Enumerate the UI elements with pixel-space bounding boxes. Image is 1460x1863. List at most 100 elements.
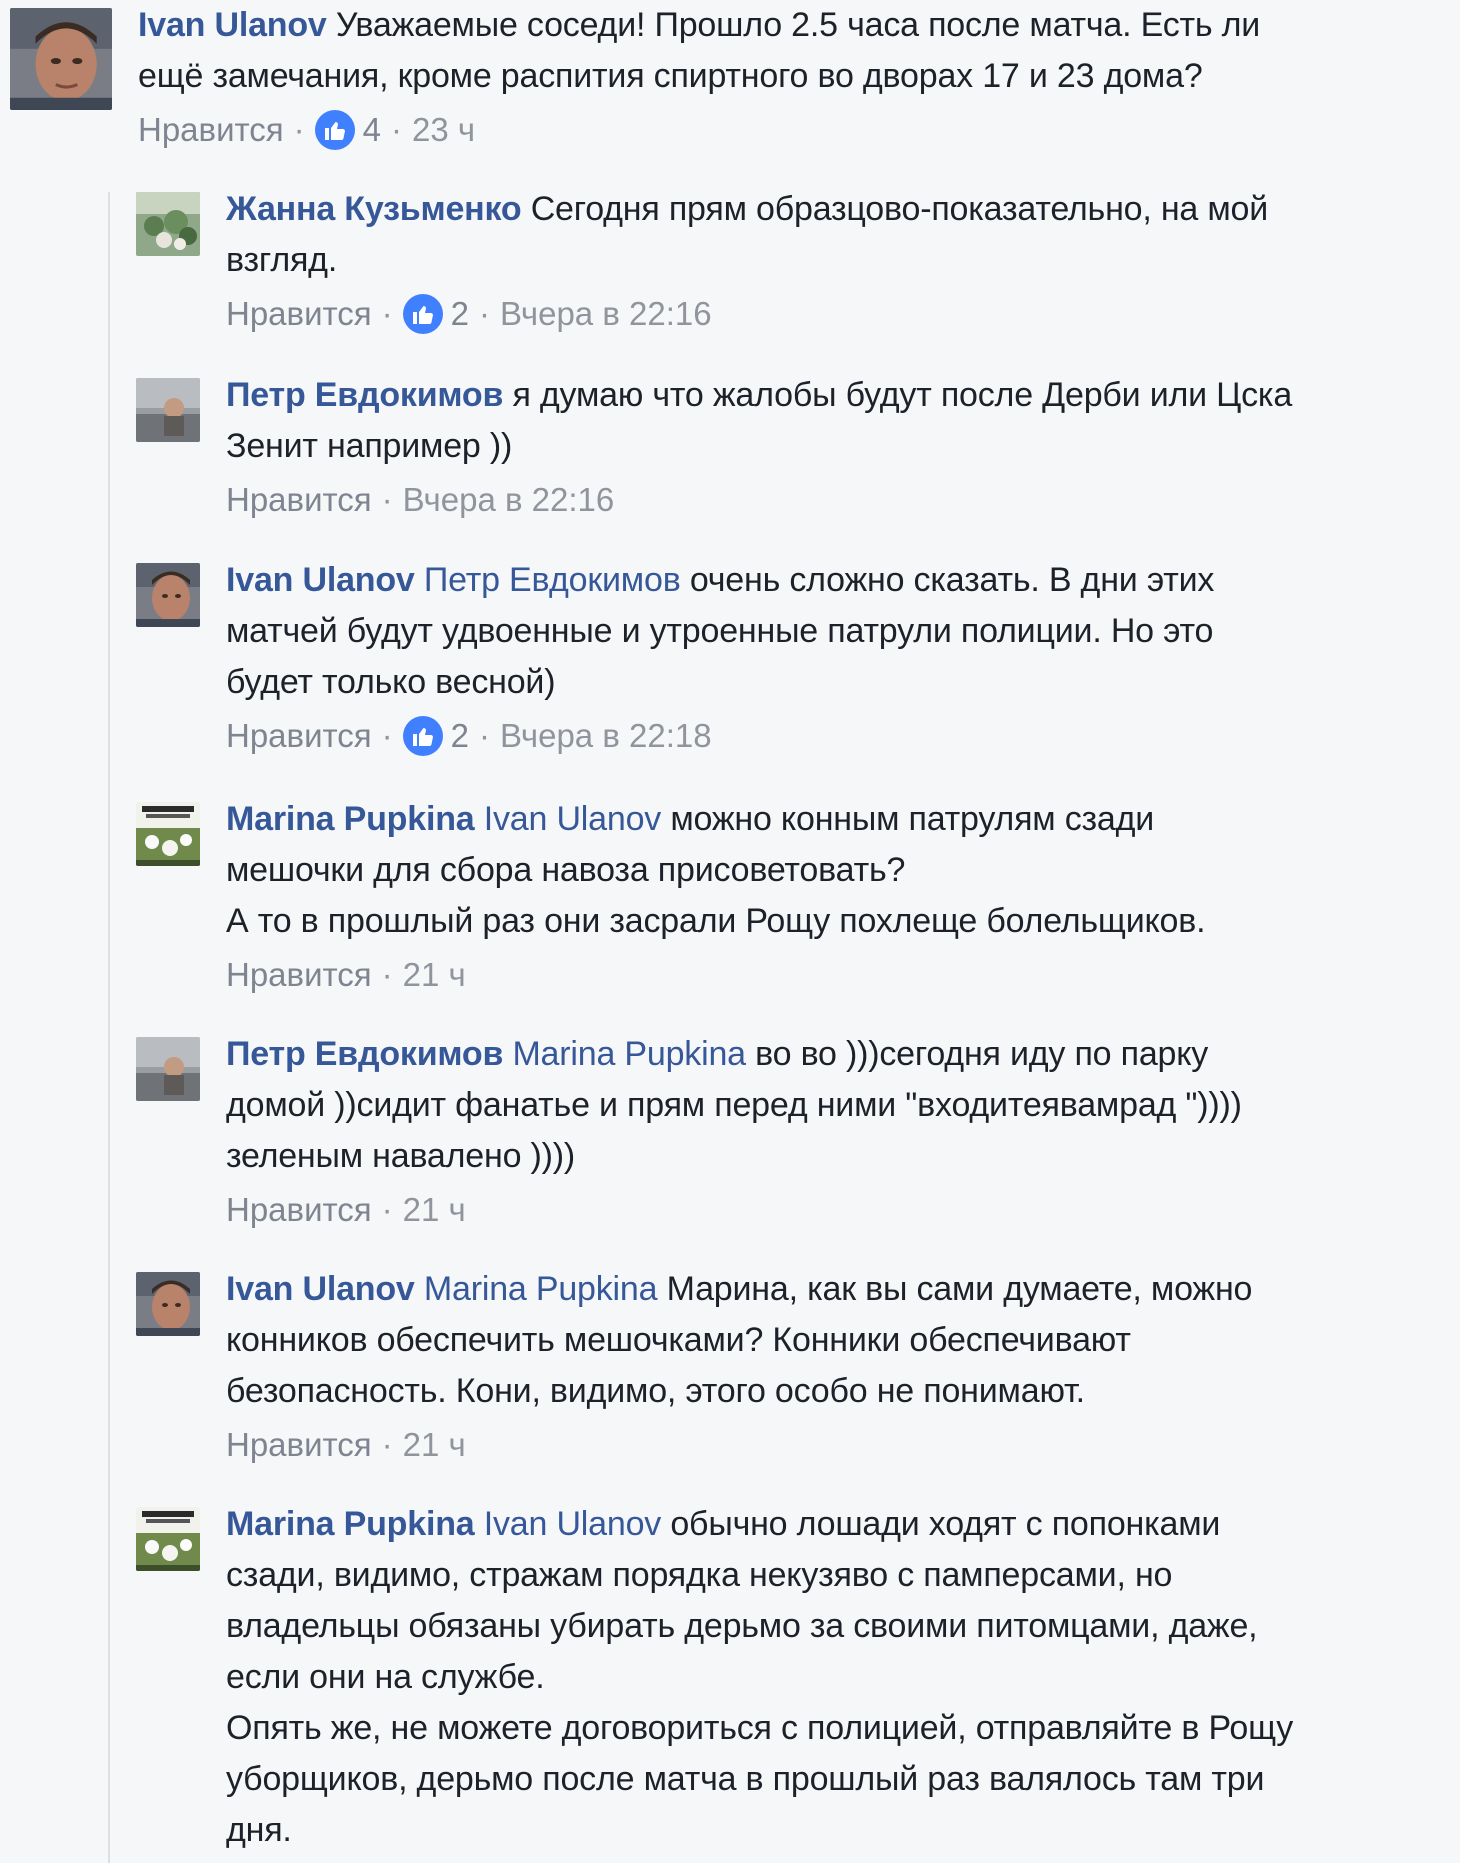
comment-meta: Нравится · 21 ч	[226, 955, 1460, 995]
mention-link[interactable]: Marina Pupkina	[512, 1035, 746, 1073]
reply: Ivan Ulanov Петр Евдокимов очень сложно …	[136, 561, 1460, 756]
comment-line: во во )))сегодня иду по парку	[755, 1035, 1209, 1073]
reply: Петр Евдокимов Marina Pupkina во во )))с…	[136, 1035, 1460, 1230]
comment-line: домой ))сидит фанатье и прям перед ними …	[226, 1086, 1242, 1124]
comment-line: Опять же, не можете договориться с полиц…	[226, 1709, 1294, 1747]
avatar[interactable]	[136, 563, 200, 627]
comment-text: Петр Евдокимов я думаю что жалобы будут …	[226, 370, 1460, 472]
meta-separator: ·	[293, 111, 305, 148]
comment-timestamp[interactable]: 21 ч	[403, 1190, 466, 1230]
comment-text: Marina Pupkina Ivan Ulanov обычно лошади…	[226, 1499, 1460, 1856]
comment-author[interactable]: Петр Евдокимов	[226, 376, 503, 414]
comment-timestamp[interactable]: 21 ч	[403, 1425, 466, 1465]
comment-timestamp[interactable]: Вчера в 22:18	[500, 716, 712, 756]
meta-separator: ·	[390, 111, 402, 148]
comment-line: очень сложно сказать. В дни этих	[689, 561, 1215, 599]
like-button[interactable]: Нравится	[226, 716, 372, 756]
comment-line: мешочки для сбора навоза присоветовать?	[226, 851, 906, 889]
avatar[interactable]	[136, 802, 200, 866]
mention-link[interactable]: Ivan Ulanov	[484, 800, 662, 838]
meta-separator: ·	[381, 1191, 393, 1228]
avatar[interactable]	[136, 192, 200, 256]
comment-line: владельцы обязаны убирать дерьмо за свои…	[226, 1607, 1258, 1645]
avatar[interactable]	[136, 1272, 200, 1336]
comment-meta: Нравится · 4 · 23 ч	[138, 110, 1438, 150]
comment-line: можно конным патрулям сзади	[670, 800, 1155, 838]
comment-meta: Нравится · 2 · Вчера в 22:16	[226, 294, 1460, 334]
like-count[interactable]: 2	[451, 716, 469, 756]
comment-author[interactable]: Ivan Ulanov	[226, 1270, 415, 1308]
mention-link[interactable]: Петр Евдокимов	[424, 561, 681, 599]
meta-separator: ·	[478, 295, 490, 332]
comment-line: зеленым навалено ))))	[226, 1137, 576, 1175]
reply-thread-line	[108, 192, 110, 1863]
comment-meta: Нравится · Вчера в 22:16	[226, 480, 1460, 520]
comment-line: А то в прошлый раз они засрали Рощу похл…	[226, 902, 1206, 940]
comment-thread: Ivan Ulanov Уважаемые соседи! Прошло 2.5…	[0, 0, 1460, 1863]
comment-text: Петр Евдокимов Marina Pupkina во во )))с…	[226, 1029, 1460, 1182]
comment-line: ещё замечания, кроме распития спиртного …	[138, 57, 1203, 95]
reply: Marina Pupkina Ivan Ulanov можно конным …	[136, 800, 1460, 995]
like-count[interactable]: 4	[363, 110, 381, 150]
meta-separator: ·	[381, 481, 393, 518]
meta-separator: ·	[381, 956, 393, 993]
thumbs-up-icon[interactable]	[402, 294, 443, 334]
comment-line: безопасность. Кони, видимо, этого особо …	[226, 1372, 1085, 1410]
comment-timestamp[interactable]: Вчера в 22:16	[500, 294, 712, 334]
meta-separator: ·	[478, 717, 490, 754]
reply: Ivan Ulanov Marina Pupkina Марина, как в…	[136, 1270, 1460, 1465]
comment: Ivan Ulanov Уважаемые соседи! Прошло 2.5…	[10, 6, 1438, 150]
comment-meta: Нравится · 21 ч	[226, 1190, 1460, 1230]
like-button[interactable]: Нравится	[226, 955, 372, 995]
meta-separator: ·	[381, 1426, 393, 1463]
comment-line: уборщиков, дерьмо после матча в прошлый …	[226, 1760, 1265, 1798]
comment-line: обычно лошади ходят с попонками	[670, 1505, 1221, 1543]
like-button[interactable]: Нравится	[226, 1190, 372, 1230]
reply: Marina Pupkina Ivan Ulanov обычно лошади…	[136, 1505, 1460, 1856]
reply: Жанна Кузьменко Сегодня прям образцово-п…	[136, 190, 1460, 334]
comment-meta: Нравится · 21 ч	[226, 1425, 1460, 1465]
avatar[interactable]	[136, 1037, 200, 1101]
avatar[interactable]	[136, 378, 200, 442]
comment-line: Марина, как вы сами думаете, можно	[666, 1270, 1253, 1308]
like-button[interactable]: Нравится	[226, 480, 372, 520]
avatar[interactable]	[136, 1507, 200, 1571]
comment-line: сзади, видимо, стражам порядка некузяво …	[226, 1556, 1173, 1594]
like-button[interactable]: Нравится	[138, 110, 284, 150]
comment-text: Marina Pupkina Ivan Ulanov можно конным …	[226, 794, 1460, 947]
mention-link[interactable]: Ivan Ulanov	[484, 1505, 662, 1543]
comment-line: конников обеспечить мешочками? Конники о…	[226, 1321, 1131, 1359]
thumbs-up-icon[interactable]	[402, 716, 443, 756]
comment-line: матчей будут удвоенные и утроенные патру…	[226, 612, 1214, 650]
mention-link[interactable]: Marina Pupkina	[424, 1270, 658, 1308]
comment-author[interactable]: Marina Pupkina	[226, 1505, 475, 1543]
comment-text: Жанна Кузьменко Сегодня прям образцово-п…	[226, 184, 1460, 286]
comment-line: будет только весной)	[226, 663, 556, 701]
comment-timestamp[interactable]: 21 ч	[403, 955, 466, 995]
comment-timestamp[interactable]: 23 ч	[412, 110, 475, 150]
comment-text: Ivan Ulanov Marina Pupkina Марина, как в…	[226, 1264, 1460, 1417]
reply: Петр Евдокимов я думаю что жалобы будут …	[136, 376, 1460, 520]
comment-author[interactable]: Marina Pupkina	[226, 800, 475, 838]
comment-line: я думаю что жалобы будут после Дерби или…	[512, 376, 1293, 414]
comment-author[interactable]: Жанна Кузьменко	[226, 190, 522, 228]
meta-separator: ·	[381, 295, 393, 332]
like-button[interactable]: Нравится	[226, 1425, 372, 1465]
comment-line: Уважаемые соседи! Прошло 2.5 часа после …	[335, 6, 1261, 44]
comment-text: Ivan Ulanov Уважаемые соседи! Прошло 2.5…	[138, 0, 1438, 102]
comment-author[interactable]: Ivan Ulanov	[138, 6, 327, 44]
like-button[interactable]: Нравится	[226, 294, 372, 334]
avatar[interactable]	[10, 8, 112, 110]
thumbs-up-icon[interactable]	[314, 110, 355, 150]
comment-line: Сегодня прям образцово-показательно, на …	[530, 190, 1269, 228]
comment-meta: Нравится · 2 · Вчера в 22:18	[226, 716, 1460, 756]
comment-timestamp[interactable]: Вчера в 22:16	[403, 480, 615, 520]
meta-separator: ·	[381, 717, 393, 754]
comment-line: если они на службе.	[226, 1658, 545, 1696]
comment-author[interactable]: Петр Евдокимов	[226, 1035, 503, 1073]
comment-line: взгляд.	[226, 241, 338, 279]
comment-text: Ivan Ulanov Петр Евдокимов очень сложно …	[226, 555, 1460, 708]
comment-line: Зенит например ))	[226, 427, 513, 465]
like-count[interactable]: 2	[451, 294, 469, 334]
comment-author[interactable]: Ivan Ulanov	[226, 561, 415, 599]
